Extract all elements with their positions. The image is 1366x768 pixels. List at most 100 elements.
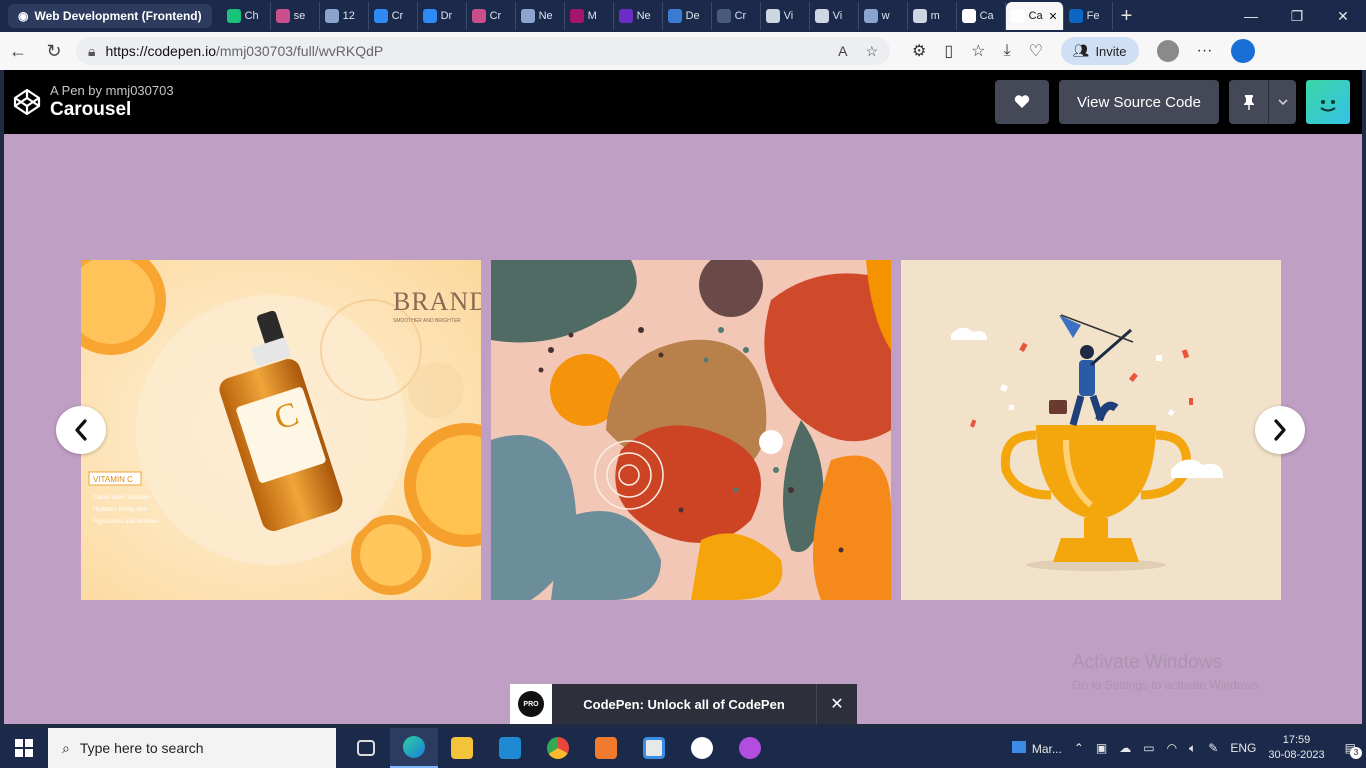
- refresh-icon[interactable]: ↻: [36, 41, 72, 62]
- vscode-button[interactable]: [486, 728, 534, 768]
- system-tray: Mar... ⌃ ▣ ☁ ▭ ◠ 🔈︎ ✎ ENG 17:59 30-08-20…: [1011, 733, 1366, 763]
- invite-button[interactable]: 👥︎ Invite: [1060, 37, 1139, 65]
- browser-tab[interactable]: Fe: [1064, 2, 1113, 30]
- back-icon[interactable]: ←: [0, 41, 36, 62]
- performance-icon[interactable]: ♡: [1029, 41, 1043, 61]
- people-icon: 👥︎: [1072, 43, 1090, 58]
- promo-close-button[interactable]: ✕: [816, 684, 857, 724]
- browser-tab[interactable]: Vi: [761, 2, 810, 30]
- task-view-button[interactable]: [342, 728, 390, 768]
- pen-author[interactable]: A Pen by mmj030703: [50, 83, 174, 98]
- youtube-icon: [275, 9, 290, 23]
- threads-icon: [691, 737, 713, 759]
- document-icon: [520, 9, 535, 23]
- love-button[interactable]: [995, 80, 1050, 124]
- browser-tab[interactable]: De: [663, 2, 712, 30]
- browser-tab[interactable]: M: [565, 2, 614, 30]
- browser-tab[interactable]: Cr: [369, 2, 418, 30]
- read-aloud-icon[interactable]: A: [838, 43, 847, 60]
- watermark-subtitle: Go to Settings to activate Windows.: [1072, 678, 1262, 692]
- youtube-icon: [471, 9, 486, 23]
- serum-tagline-text: SMOOTHER AND BRIGHTER: [393, 318, 461, 324]
- chevron-up-icon[interactable]: ⌃: [1074, 741, 1084, 755]
- user-avatar[interactable]: [1306, 80, 1350, 124]
- edge-taskbar-button[interactable]: [390, 728, 438, 768]
- favorite-star-icon[interactable]: ☆: [865, 43, 878, 60]
- browser-tab-label: Cr: [734, 10, 747, 22]
- wifi-icon[interactable]: ◠: [1167, 741, 1177, 755]
- restore-icon[interactable]: ❐: [1274, 8, 1320, 25]
- close-icon[interactable]: ✕: [1320, 8, 1366, 25]
- browser-tab-label: 12: [342, 10, 355, 22]
- abstract-pattern-image: [491, 260, 891, 600]
- meet-icon[interactable]: ▣: [1096, 741, 1107, 755]
- codepen-pro-promo[interactable]: PRO CodePen: Unlock all of CodePen ✕: [510, 684, 857, 724]
- store-button[interactable]: [630, 728, 678, 768]
- more-menu-icon[interactable]: ···: [1197, 42, 1213, 60]
- serum-bullet-text: Hydrates thirsty skin: [93, 507, 147, 513]
- weather-widget[interactable]: Mar...: [1011, 740, 1062, 756]
- close-tab-icon[interactable]: ✕: [1048, 10, 1057, 23]
- notifications-button[interactable]: ▤ 3: [1337, 741, 1362, 759]
- view-source-button[interactable]: View Source Code: [1059, 80, 1219, 124]
- minimize-icon[interactable]: —: [1228, 8, 1274, 25]
- browser-tab-label: Ca: [979, 10, 994, 22]
- new-tab-button[interactable]: +: [1121, 5, 1133, 28]
- pin-button[interactable]: [1229, 80, 1269, 124]
- browser-tab[interactable]: 12: [320, 2, 369, 30]
- start-button[interactable]: [0, 739, 48, 757]
- watermark-title: Activate Windows: [1072, 652, 1222, 673]
- codepen-header: A Pen by mmj030703 Carousel View Source …: [4, 70, 1362, 134]
- split-screen-icon[interactable]: ▯: [944, 41, 953, 61]
- xampp-button[interactable]: [582, 728, 630, 768]
- chevron-left-icon: [75, 419, 87, 441]
- url-field[interactable]: 🔒︎ https://codepen.io/mmj030703/full/wvR…: [76, 37, 890, 65]
- downloads-icon[interactable]: ⤓: [1004, 42, 1011, 60]
- browser-tab[interactable]: Cr: [467, 2, 516, 30]
- cn-icon: [373, 9, 388, 23]
- threads-button[interactable]: [678, 728, 726, 768]
- codepen-logo-icon[interactable]: [12, 87, 42, 117]
- tab-group-icon: ◉: [18, 9, 29, 23]
- extensions-icon[interactable]: ⚙: [912, 41, 926, 61]
- favorites-icon[interactable]: ☆: [971, 41, 985, 61]
- google-icon: [814, 9, 829, 23]
- volume-icon[interactable]: 🔈︎: [1189, 741, 1196, 756]
- carousel-prev-button[interactable]: [56, 406, 106, 454]
- linkedin-icon: [1068, 9, 1083, 23]
- browser-tab[interactable]: Ne: [516, 2, 565, 30]
- browser-tab-label: Cr: [489, 10, 502, 22]
- browser-tab[interactable]: Dr: [418, 2, 467, 30]
- windows-taskbar: ⌕ Type here to search Mar... ⌃ ▣ ☁ ▭ ◠ 🔈…: [0, 728, 1366, 768]
- browser-tab[interactable]: se: [271, 2, 320, 30]
- wps-button[interactable]: [726, 728, 774, 768]
- onedrive-icon[interactable]: ☁: [1119, 741, 1131, 755]
- browser-tab[interactable]: w: [859, 2, 908, 30]
- chrome-button[interactable]: [534, 728, 582, 768]
- browser-tab[interactable]: Ca ✕: [1005, 2, 1064, 30]
- browser-tab[interactable]: Cr: [712, 2, 761, 30]
- clock[interactable]: 17:59 30-08-2023: [1268, 733, 1324, 763]
- carousel-next-button[interactable]: [1255, 406, 1305, 454]
- pen-icon[interactable]: ✎: [1208, 741, 1218, 755]
- browser-tab[interactable]: Ch: [222, 2, 271, 30]
- promo-text[interactable]: CodePen: Unlock all of CodePen: [552, 697, 816, 712]
- search-icon: ⌕: [62, 739, 70, 756]
- file-explorer-button[interactable]: [438, 728, 486, 768]
- browser-tab[interactable]: m: [908, 2, 957, 30]
- pin-dropdown-button[interactable]: [1269, 80, 1296, 124]
- chevron-right-icon: [1274, 419, 1286, 441]
- battery-icon[interactable]: ▭: [1143, 741, 1154, 755]
- browser-tab[interactable]: Ca: [957, 2, 1006, 30]
- profile-avatar[interactable]: [1156, 40, 1179, 62]
- netflix-icon: [569, 9, 584, 23]
- browser-tab-label: Ne: [538, 10, 553, 22]
- heart-icon: [1014, 95, 1030, 108]
- taskbar-search[interactable]: ⌕ Type here to search: [48, 728, 336, 768]
- language-indicator[interactable]: ENG: [1230, 741, 1256, 755]
- bing-icon[interactable]: [1230, 39, 1255, 63]
- browser-tab[interactable]: Vi: [810, 2, 859, 30]
- browser-tab[interactable]: Ne: [614, 2, 663, 30]
- url-text: https://codepen.io/mmj030703/full/wvRKQd…: [105, 43, 384, 59]
- tab-group-chip[interactable]: ◉ Web Development (Frontend): [8, 4, 212, 28]
